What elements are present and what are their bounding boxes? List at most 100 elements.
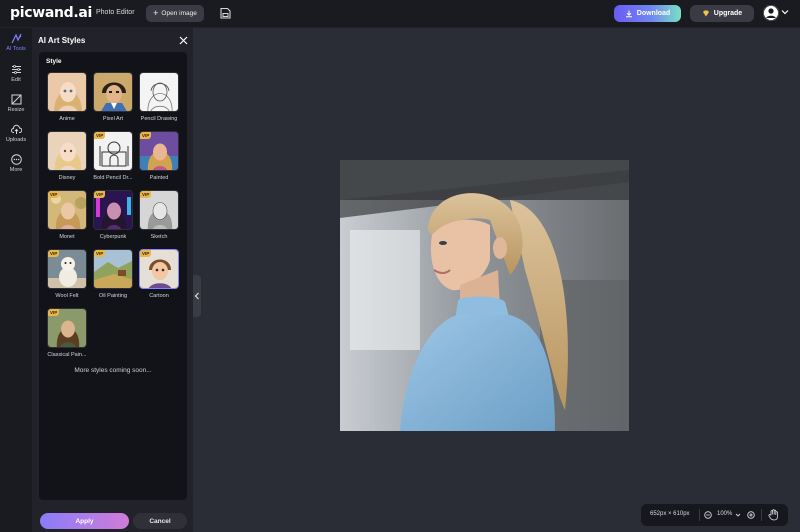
coming-soon-text: More styles coming soon... [74, 367, 152, 374]
rail-item-ai-tools[interactable]: AI Tools [0, 33, 32, 52]
rail-item-more[interactable]: More [0, 154, 32, 173]
style-label: Wool Felt [55, 293, 79, 299]
style-anime[interactable]: Anime [47, 72, 87, 122]
style-label: Painted [149, 175, 169, 181]
style-pixel-art[interactable]: Pixel Art [93, 72, 133, 122]
download-label: Download [636, 10, 671, 17]
status-bar: 652px × 610px 100% [641, 504, 788, 526]
ai-tools-icon [10, 33, 22, 44]
rail-label: Edit [11, 77, 21, 83]
style-grid: Style Anime Pixel Art Pencil Drawing Dis… [39, 52, 187, 500]
hand-icon[interactable] [768, 509, 779, 521]
chevron-left-icon [194, 292, 199, 300]
vip-badge: VIP [140, 132, 152, 139]
style-label: Bold Pencil Dr... [93, 175, 133, 181]
style-label: Sketch [150, 234, 168, 240]
anime-thumbnail [48, 73, 86, 111]
vip-badge: VIP [94, 250, 106, 257]
style-thumbnail: VIP [93, 190, 133, 230]
style-label: Pencil Drawing [140, 116, 178, 122]
upload-icon [10, 124, 22, 134]
apply-button[interactable]: Apply [40, 513, 129, 529]
style-cartoon[interactable]: VIP Cartoon [139, 249, 179, 299]
style-thumbnail: VIP [93, 131, 133, 171]
style-label: Anime [59, 116, 75, 122]
style-label: Oil Painting [98, 293, 128, 299]
upgrade-label: Upgrade [713, 10, 743, 17]
nav-photo-editor[interactable]: Photo Editor [96, 9, 135, 16]
upgrade-button[interactable]: Upgrade [690, 5, 754, 22]
style-thumbnail: VIP [47, 308, 87, 348]
style-thumbnail: VIP [93, 249, 133, 289]
close-icon[interactable] [179, 36, 188, 45]
chevron-down-icon[interactable] [781, 8, 789, 16]
vip-badge: VIP [140, 250, 152, 257]
style-monet[interactable]: VIP Monet [47, 190, 87, 240]
more-icon [10, 154, 22, 165]
user-icon [763, 5, 779, 21]
portrait-photo [340, 160, 629, 431]
style-pencil-drawing[interactable]: Pencil Drawing [139, 72, 179, 122]
logo-tld: .ai [73, 5, 93, 21]
style-label: Cyberpunk [99, 234, 127, 240]
left-rail: AI Tools Edit Resize Uploads More [0, 28, 32, 532]
style-thumbnail [47, 131, 87, 171]
cancel-button[interactable]: Cancel [133, 513, 187, 529]
style-header: Style [46, 58, 62, 65]
zoom-level[interactable]: 100% [717, 511, 732, 517]
disney-thumbnail [48, 132, 86, 170]
vip-badge: VIP [94, 191, 106, 198]
style-painted[interactable]: VIP Painted [139, 131, 179, 181]
panel-title: AI Art Styles [38, 36, 86, 45]
pixel-art-thumbnail [94, 73, 132, 111]
style-label: Classical Pain... [47, 352, 87, 358]
style-label: Monet [59, 234, 75, 240]
style-thumbnail [139, 72, 179, 112]
logo[interactable]: picwand.ai [10, 5, 92, 21]
vip-badge: VIP [48, 309, 60, 316]
rail-label: More [9, 167, 23, 173]
ai-art-styles-panel: AI Art Styles Style Anime Pixel Art Penc… [32, 28, 193, 532]
chevron-down-icon[interactable] [735, 512, 741, 518]
style-thumbnail: VIP [47, 249, 87, 289]
style-bold-pencil-drawing[interactable]: VIP Bold Pencil Dr... [93, 131, 133, 181]
rail-item-resize[interactable]: Resize [0, 94, 32, 113]
style-label: Cartoon [149, 293, 169, 299]
download-icon [625, 10, 632, 17]
style-oil-painting[interactable]: VIP Oil Painting [93, 249, 133, 299]
diamond-icon [702, 10, 709, 17]
avatar[interactable] [763, 5, 779, 21]
rail-label: Uploads [5, 137, 27, 143]
download-button[interactable]: Download [614, 5, 681, 22]
collapse-panel-toggle[interactable] [193, 275, 201, 317]
open-image-button[interactable]: + Open image [146, 5, 204, 22]
canvas-photo[interactable] [340, 160, 629, 431]
divider [761, 509, 762, 521]
plus-icon: + [153, 8, 159, 18]
style-sketch[interactable]: VIP Sketch [139, 190, 179, 240]
top-bar: picwand.ai Photo Editor + Open image Dow… [0, 0, 800, 28]
style-thumbnail [93, 72, 133, 112]
vip-badge: VIP [94, 132, 106, 139]
save-icon[interactable] [220, 7, 231, 19]
style-disney[interactable]: Disney [47, 131, 87, 181]
rail-label: Resize [7, 107, 25, 113]
style-thumbnail: VIP [139, 131, 179, 171]
style-thumbnail: VIP [139, 190, 179, 230]
edit-icon [11, 65, 21, 74]
style-thumbnail: VIP [139, 249, 179, 289]
rail-item-edit[interactable]: Edit [0, 64, 32, 83]
pencil-drawing-thumbnail [140, 73, 178, 111]
style-classical-painting[interactable]: VIP Classical Pain... [47, 308, 87, 358]
style-cyberpunk[interactable]: VIP Cyberpunk [93, 190, 133, 240]
rail-label: AI Tools [6, 46, 26, 52]
style-label: Pixel Art [102, 116, 124, 122]
zoom-in-icon[interactable] [747, 511, 755, 519]
style-label: Disney [58, 175, 76, 181]
style-wool-felt[interactable]: VIP Wool Felt [47, 249, 87, 299]
rail-item-uploads[interactable]: Uploads [0, 124, 32, 143]
divider [699, 509, 700, 521]
style-thumbnail: VIP [47, 190, 87, 230]
zoom-out-icon[interactable] [704, 511, 712, 519]
vip-badge: VIP [48, 250, 60, 257]
